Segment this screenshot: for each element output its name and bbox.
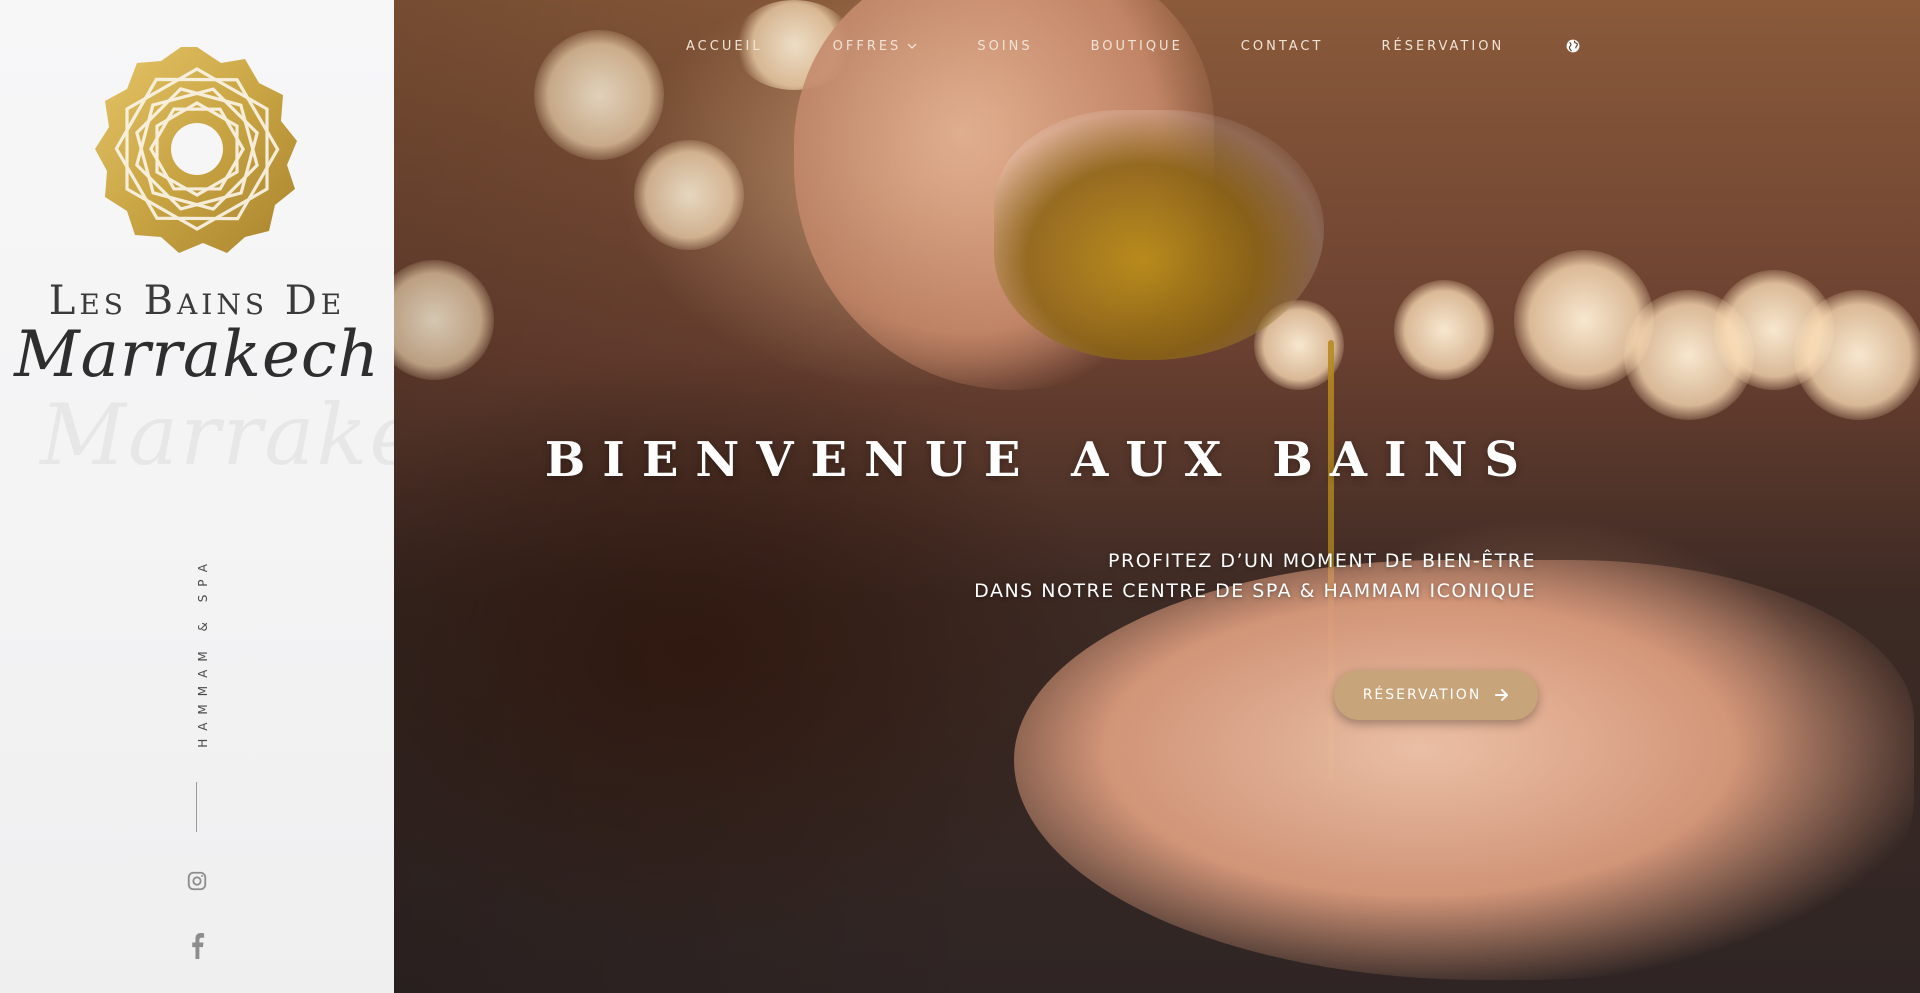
nav-item-label: BOUTIQUE (1090, 38, 1183, 54)
main-nav: ACCUEIL OFFRES SOINS BOUTIQUE CONTACT RÉ… (686, 36, 1580, 56)
facebook-link[interactable] (184, 933, 210, 959)
tagline: HAMMAM & SPA (196, 556, 210, 748)
reservation-button-label: RÉSERVATION (1362, 687, 1482, 703)
nav-item-label: ACCUEIL (686, 38, 763, 54)
nav-item-offres[interactable]: OFFRES (833, 39, 918, 54)
globe-icon (1566, 39, 1580, 53)
divider (196, 782, 197, 832)
hero-subtitle-line-2: DANS NOTRE CENTRE DE SPA & HAMMAM ICONIQ… (974, 580, 1536, 602)
reservation-button[interactable]: RÉSERVATION (1334, 670, 1538, 720)
brand-name-script: Marrakech (14, 318, 380, 392)
hero-title: BIENVENUE AUX BAINS (544, 432, 1536, 488)
sidebar: Les Bains De Marrakech Marrakech HAMMAM … (0, 0, 527, 993)
language-switcher[interactable] (1566, 39, 1580, 53)
hero (394, 0, 1920, 993)
nav-item-boutique[interactable]: BOUTIQUE (1091, 39, 1183, 54)
nav-item-contact[interactable]: CONTACT (1241, 39, 1324, 54)
hero-subtitle-line-1: PROFITEZ D’UN MOMENT DE BIEN-ÊTRE (1108, 550, 1536, 572)
chevron-down-icon (907, 41, 917, 51)
nav-item-reservation[interactable]: RÉSERVATION (1381, 39, 1504, 54)
nav-item-soins[interactable]: SOINS (977, 39, 1032, 54)
hero-subtitle: PROFITEZ D’UN MOMENT DE BIEN-ÊTRE DANS N… (974, 546, 1536, 606)
logo[interactable] (0, 44, 394, 264)
nav-item-accueil[interactable]: ACCUEIL (686, 39, 763, 54)
instagram-link[interactable] (184, 868, 210, 894)
nav-item-label: CONTACT (1240, 38, 1324, 54)
mandala-logo-icon (95, 47, 297, 253)
nav-item-label: SOINS (977, 38, 1033, 54)
instagram-icon (187, 871, 207, 891)
facebook-icon (192, 933, 205, 959)
brand-name-watermark: Marrakech (40, 386, 527, 484)
nav-item-label: OFFRES (832, 38, 902, 54)
arrow-right-icon (1495, 689, 1509, 701)
nav-item-label: RÉSERVATION (1381, 38, 1505, 54)
